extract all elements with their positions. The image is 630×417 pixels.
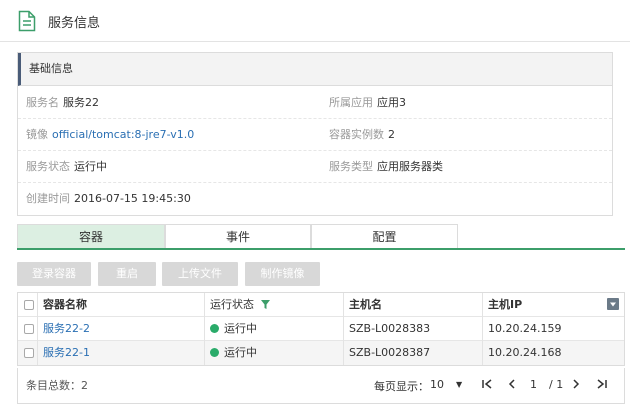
tab-config[interactable]: 配置 <box>311 224 458 248</box>
service-name-label: 服务名 <box>26 96 59 109</box>
per-page-select[interactable]: 10 ▼ <box>426 376 470 394</box>
select-all-checkbox[interactable] <box>24 300 34 310</box>
column-header-ip[interactable]: 主机IP <box>488 293 522 317</box>
dropdown-icon[interactable] <box>607 298 619 310</box>
image-field: 镜像 official/tomcat:8-jre7-v1.0 <box>26 119 194 151</box>
table-row[interactable]: 服务22-1 运行中 SZB-L0028387 10.20.24.168 <box>18 341 624 365</box>
info-row: 服务状态 运行中 服务类型 应用服务器类 <box>18 151 612 183</box>
service-type-field: 服务类型 应用服务器类 <box>329 151 443 183</box>
created-value: 2016-07-15 19:45:30 <box>74 192 191 205</box>
ip-cell: 10.20.24.159 <box>488 322 562 335</box>
per-page-value: 10 <box>430 378 444 391</box>
filter-icon[interactable] <box>260 294 270 318</box>
container-name-link[interactable]: 服务22-2 <box>43 317 90 341</box>
page-header: 服务信息 <box>0 0 630 42</box>
last-page-icon[interactable] <box>596 378 608 394</box>
column-divider <box>204 293 205 317</box>
column-divider <box>37 293 38 317</box>
column-divider <box>482 317 483 341</box>
created-field: 创建时间 2016-07-15 19:45:30 <box>26 183 191 215</box>
service-status-label: 服务状态 <box>26 160 70 173</box>
column-divider <box>37 341 38 365</box>
table-header-row: 容器名称 运行状态 主机名 主机IP <box>18 293 624 317</box>
page-title: 服务信息 <box>48 16 101 31</box>
ip-cell: 10.20.24.168 <box>488 346 562 359</box>
service-name-field: 服务名 服务22 <box>26 87 99 119</box>
restart-button[interactable]: 重启 <box>98 262 156 286</box>
total-count: 条目总数：2 <box>26 377 88 393</box>
host-cell: SZB-L0028387 <box>349 346 431 359</box>
app-field: 所属应用 应用3 <box>329 87 406 119</box>
row-checkbox[interactable] <box>24 348 34 358</box>
created-label: 创建时间 <box>26 192 70 205</box>
column-divider <box>204 317 205 341</box>
column-divider <box>343 317 344 341</box>
info-row: 创建时间 2016-07-15 19:45:30 <box>18 183 612 215</box>
document-icon <box>18 10 36 32</box>
tab-events[interactable]: 事件 <box>165 224 311 248</box>
running-status-dot-icon <box>210 348 219 357</box>
info-row: 服务名 服务22 所属应用 应用3 <box>18 87 612 119</box>
service-status-value: 运行中 <box>74 160 107 173</box>
upload-file-button[interactable]: 上传文件 <box>162 262 238 286</box>
make-image-button[interactable]: 制作镜像 <box>245 262 320 286</box>
image-label: 镜像 <box>26 128 48 141</box>
instances-value: 2 <box>388 128 395 141</box>
container-table: 容器名称 运行状态 主机名 主机IP 服务22-2 运行中 SZB-L00283… <box>17 292 625 366</box>
prev-page-icon[interactable] <box>507 378 517 394</box>
current-page[interactable]: 1 <box>530 378 537 391</box>
app-value: 应用3 <box>377 96 406 109</box>
status-text: 运行中 <box>224 346 257 359</box>
instances-field: 容器实例数 2 <box>329 119 395 151</box>
host-cell: SZB-L0028383 <box>349 322 431 335</box>
column-header-status-label: 运行状态 <box>210 298 254 311</box>
instances-label: 容器实例数 <box>329 128 384 141</box>
image-link[interactable]: official/tomcat:8-jre7-v1.0 <box>52 128 194 141</box>
column-divider <box>204 341 205 365</box>
total-pages: / 1 <box>549 378 564 391</box>
container-name-link[interactable]: 服务22-1 <box>43 341 90 365</box>
column-divider <box>343 293 344 317</box>
column-header-host[interactable]: 主机名 <box>349 293 382 317</box>
column-divider <box>343 341 344 365</box>
basic-info-heading: 基础信息 <box>18 53 612 86</box>
first-page-icon[interactable] <box>481 378 493 394</box>
status-cell: 运行中 <box>210 341 257 365</box>
table-footer: 条目总数：2 每页显示： 10 ▼ 1 / 1 <box>17 368 625 404</box>
running-status-dot-icon <box>210 324 219 333</box>
total-value: 2 <box>81 379 88 392</box>
column-divider <box>37 317 38 341</box>
next-page-icon[interactable] <box>571 378 581 394</box>
column-divider <box>482 293 483 317</box>
column-header-name[interactable]: 容器名称 <box>43 293 87 317</box>
column-divider <box>482 341 483 365</box>
service-type-label: 服务类型 <box>329 160 373 173</box>
service-status-field: 服务状态 运行中 <box>26 151 107 183</box>
app-label: 所属应用 <box>329 96 373 109</box>
info-row: 镜像 official/tomcat:8-jre7-v1.0 容器实例数 2 <box>18 119 612 151</box>
service-type-value: 应用服务器类 <box>377 160 443 173</box>
status-cell: 运行中 <box>210 317 257 341</box>
basic-info-panel: 基础信息 服务名 服务22 所属应用 应用3 镜像 official/tomcat:8… <box>17 52 613 216</box>
tab-containers[interactable]: 容器 <box>17 224 165 248</box>
row-checkbox[interactable] <box>24 324 34 334</box>
service-name-value: 服务22 <box>63 96 99 109</box>
total-label: 条目总数： <box>26 379 81 392</box>
tab-bar: 容器 事件 配置 <box>17 224 625 250</box>
per-page-label: 每页显示： <box>374 380 429 393</box>
chevron-down-icon: ▼ <box>456 380 463 389</box>
login-container-button[interactable]: 登录容器 <box>17 262 91 286</box>
column-header-status[interactable]: 运行状态 <box>210 293 270 317</box>
status-text: 运行中 <box>224 322 257 335</box>
table-row[interactable]: 服务22-2 运行中 SZB-L0028383 10.20.24.159 <box>18 317 624 341</box>
